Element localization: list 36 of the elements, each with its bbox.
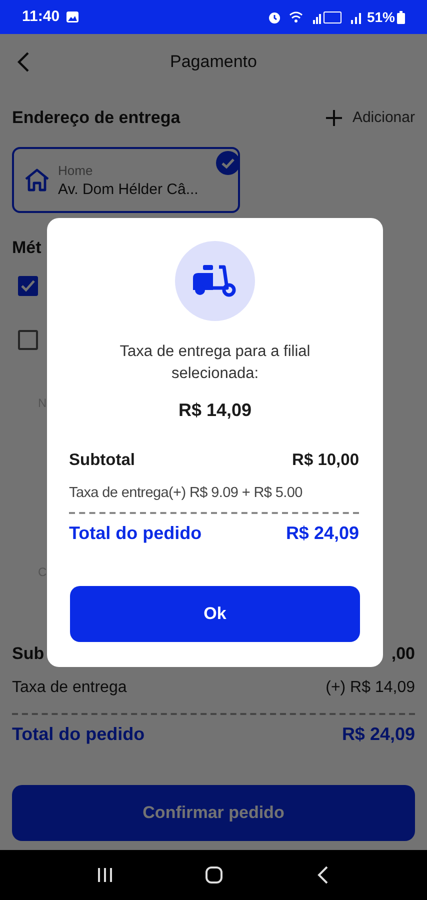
total-label: Total do pedido [69,522,202,545]
confirm-order-button[interactable]: Confirmar pedido [12,785,415,841]
address-street: Av. Dom Hélder Câ... [58,180,198,199]
checkbox[interactable] [18,330,38,350]
add-address-button[interactable]: Adicionar [326,106,415,130]
battery-icon [397,10,405,24]
fee-breakdown: Taxa de entrega(+) R$ 9.09 + R$ 5.00 [69,484,302,504]
ok-button[interactable]: Ok [70,586,360,642]
section-title: Endereço de entrega [12,107,180,130]
fee-amount: R$ 14,09 [178,399,252,422]
check-icon [216,151,240,175]
dialog-message: Taxa de entrega para a filial selecionada: [118,342,312,384]
wifi-icon [288,11,303,23]
fee-value: (+) R$ 14,09 [326,678,415,698]
subtotal-value: ,00 [391,643,415,666]
plus-icon [326,110,342,126]
total-value: R$ 24,09 [286,522,359,544]
section-title: Mét [12,238,42,257]
battery-percent: 51% [366,8,395,26]
alarm-icon [268,10,281,24]
signal-icon [350,10,363,24]
subtotal-label: Subtotal [69,450,135,471]
house-icon [24,168,50,192]
address-label: Home [58,162,94,180]
total-value: R$ 24,09 [342,722,415,746]
address-card[interactable]: Home Av. Dom Hélder Câ... [12,147,240,213]
home-button[interactable] [204,865,224,885]
checkbox[interactable] [18,276,38,296]
signal-icon [312,10,343,24]
page-title: Pagamento [170,52,257,72]
status-time: 11:40 [22,6,60,27]
subtotal-value: R$ 10,00 [292,450,359,471]
image-icon [66,11,79,23]
subtotal-label: Sub [12,643,44,666]
total-label: Total do pedido [12,722,145,746]
fee-label: Taxa de entrega [12,678,127,698]
